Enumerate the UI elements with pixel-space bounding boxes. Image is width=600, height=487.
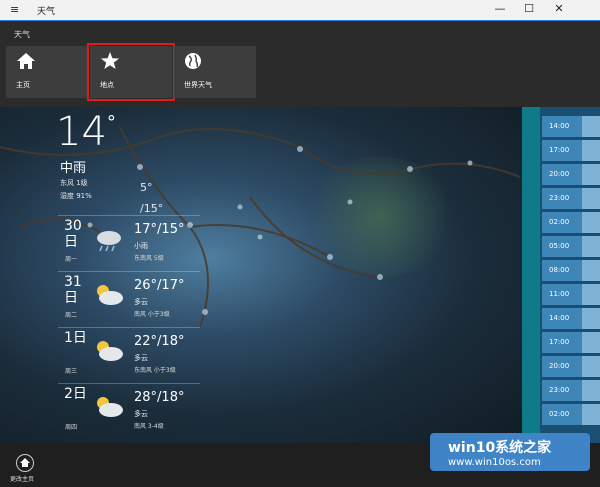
page-title: 天气 xyxy=(14,30,30,39)
tile-home-label: 主页 xyxy=(16,81,30,89)
close-button[interactable]: ✕ xyxy=(549,2,569,15)
current-temp-unit: ° xyxy=(106,112,116,133)
change-home-label: 更改主页 xyxy=(10,476,35,483)
forecast-wind: 东南风 5级 xyxy=(134,255,164,262)
forecast-date: 31 日 xyxy=(64,274,82,306)
tile-world-label: 世界天气 xyxy=(184,81,212,89)
forecast-temps: 22°/18° xyxy=(134,334,185,349)
current-temp: 14° xyxy=(56,112,116,152)
partly-cloudy-icon xyxy=(97,285,123,305)
forecast-wind: 南风 小于3级 xyxy=(134,311,170,318)
forecast-date: 30 日 xyxy=(64,218,82,250)
current-humidity: 湿度 91% xyxy=(60,192,92,200)
forecast-weekday: 周一 xyxy=(65,256,78,263)
change-home-button[interactable] xyxy=(16,454,34,472)
forecast-wind: 东南风 小于3级 xyxy=(134,367,176,374)
tile-places[interactable]: 地点 xyxy=(87,43,175,101)
current-wind: 东风 1级 xyxy=(60,179,88,187)
hourly-item: 08:00 xyxy=(542,260,600,281)
watermark-logo: win10系统之家 www.win10os.com xyxy=(430,433,590,471)
tile-home[interactable]: 主页 xyxy=(6,46,88,98)
forecast-desc: 多云 xyxy=(134,410,148,418)
forecast-desc: 多云 xyxy=(134,354,148,362)
forecast-desc: 多云 xyxy=(134,298,148,306)
hamburger-icon[interactable]: ≡ xyxy=(10,3,19,16)
hourly-item: 23:00 xyxy=(542,188,600,209)
hourly-item: 20:00 xyxy=(542,164,600,185)
hourly-item: 14:00 xyxy=(542,308,600,329)
hourly-item: 17:00 xyxy=(542,332,600,353)
tile-world-weather[interactable]: 世界天气 xyxy=(174,46,256,98)
forecast-date: 2日 xyxy=(64,386,87,402)
partly-cloudy-icon xyxy=(97,397,123,417)
current-condition: 中雨 xyxy=(60,161,87,176)
nav-header: 天气 主页 地点 世界天气 xyxy=(0,21,600,107)
forecast-weekday: 周四 xyxy=(65,424,78,431)
forecast-day[interactable]: 31 日 周二 26°/17° 多云 南风 小于3级 xyxy=(58,271,200,328)
forecast-wind: 南风 3-4级 xyxy=(134,423,164,430)
forecast-temps: 28°/18° xyxy=(134,390,185,405)
hourly-item: 02:00 xyxy=(542,212,600,233)
hourly-item: 11:00 xyxy=(542,284,600,305)
forecast-date: 1日 xyxy=(64,330,87,346)
forecast-day[interactable]: 2日 周四 28°/18° 多云 南风 3-4级 xyxy=(58,383,200,440)
weather-background: 14° 中雨 东风 1级 湿度 91% 5° /15° 30 日 周一 17°/1… xyxy=(0,107,522,443)
partly-cloudy-icon xyxy=(97,341,123,361)
home-icon xyxy=(20,458,30,467)
hourly-item: 17:00 xyxy=(542,140,600,161)
watermark-line2: www.win10os.com xyxy=(448,457,541,468)
forecast-weekday: 周三 xyxy=(65,368,78,375)
current-temp-value: 14 xyxy=(56,109,107,155)
forecast-day[interactable]: 1日 周三 22°/18° 多云 东南风 小于3级 xyxy=(58,327,200,384)
maximize-button[interactable]: ☐ xyxy=(519,2,539,15)
forecast-temps: 17°/15° xyxy=(134,222,185,237)
app-title: 天气 xyxy=(37,7,56,17)
rain-icon xyxy=(97,231,121,252)
forecast-weekday: 周二 xyxy=(65,312,78,319)
hourly-panel[interactable]: 14:00 17:00 20:00 23:00 02:00 05:00 08:0… xyxy=(522,107,600,443)
title-bar: ≡ 天气 — ☐ ✕ xyxy=(0,0,600,21)
hourly-item: 14:00 xyxy=(542,116,600,137)
hourly-item: 05:00 xyxy=(542,236,600,257)
minimize-button[interactable]: — xyxy=(490,2,510,15)
current-high: 5° xyxy=(140,181,153,194)
watermark-line1: win10系统之家 xyxy=(448,440,552,456)
forecast-day[interactable]: 30 日 周一 17°/15° 小雨 东南风 5级 xyxy=(58,215,200,272)
hourly-item: 20:00 xyxy=(542,356,600,377)
globe-icon xyxy=(185,53,201,69)
forecast-temps: 26°/17° xyxy=(134,278,185,293)
hourly-edge xyxy=(522,107,540,443)
hourly-item: 23:00 xyxy=(542,380,600,401)
forecast-desc: 小雨 xyxy=(134,242,148,250)
current-low: /15° xyxy=(140,202,164,215)
tile-places-label: 地点 xyxy=(100,81,114,89)
star-icon xyxy=(101,52,119,69)
home-icon xyxy=(17,53,35,69)
hourly-item: 02:00 xyxy=(542,404,600,425)
